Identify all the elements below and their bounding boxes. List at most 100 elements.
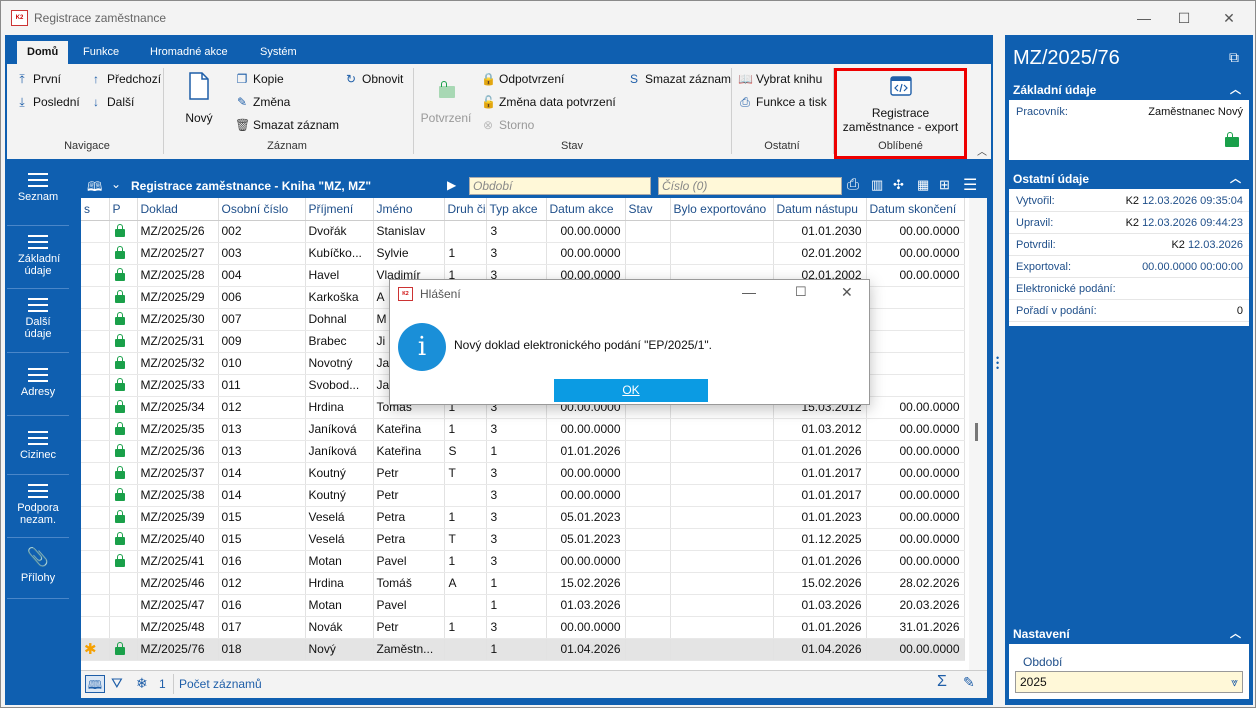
chart-icon[interactable]: ▥ [871,177,883,193]
chevron-up-icon[interactable]: ︿ [1230,623,1241,645]
edit-icon[interactable]: ✎ [963,674,975,691]
copy-button[interactable]: ❐ Kopie [235,70,284,88]
column-header[interactable]: Osobní číslo [218,198,306,221]
sum-icon[interactable]: Σ [937,673,947,691]
snowflake-icon[interactable]: ❄ [136,675,148,692]
section-header[interactable]: Základní údaje ︿ [1009,79,1249,101]
dialog-minimize-button[interactable]: — [742,284,756,300]
column-header[interactable]: Datum nástupu [773,198,867,221]
obdobi-filter-input[interactable]: Období [469,177,651,195]
scroll-thumb[interactable] [975,423,978,441]
filter-icon[interactable]: ⛛ [111,675,123,692]
section-title: Základní údaje [1013,83,1097,97]
menu-icon[interactable]: ☰ [963,175,977,195]
nav-seznam[interactable]: Seznam [7,165,69,226]
table-row[interactable]: MZ/2025/46 012 Hrdina Tomáš A 1 15.02.2026 15.0… [81,572,965,595]
chevron-up-icon[interactable]: ︿ [1230,168,1241,190]
column-header[interactable]: P [109,198,138,221]
change-button[interactable]: ✎ Změna [235,93,290,111]
table-row[interactable]: MZ/2025/48 017 Novák Petr 1 3 00.00.0000 01.01.… [81,616,965,639]
pick-book-button[interactable]: 📖 Vybrat knihu [738,70,822,88]
tree-icon[interactable]: ✣ [893,177,904,193]
section-header[interactable]: Ostatní údaje ︿ [1009,168,1249,190]
storno-button[interactable]: ⊗ Storno [481,116,534,134]
splitter-handle[interactable]: • • • [996,354,1000,376]
open-external-icon[interactable]: ⧉ [1229,49,1239,66]
tab-hromadne-akce[interactable]: Hromadné akce [140,41,238,64]
nav-adresy[interactable]: Adresy [7,354,69,416]
book-view-icon[interactable]: 🕮 [85,675,105,693]
table-row[interactable]: ✱ MZ/2025/76 018 Nový Zaměstn... 1 01.04.2026 0… [81,638,965,661]
collapse-ribbon-icon[interactable]: ︿ [977,143,987,158]
table-row[interactable]: MZ/2025/26 002 Dvořák Stanislav 3 00.00.0000 0… [81,220,965,243]
change-date-label: Změna data potvrzení [499,95,616,109]
column-header[interactable]: Druh či [444,198,487,221]
refresh-button[interactable]: ↻ Obnovit [344,70,403,88]
chevron-down-icon[interactable]: ⌄ [111,177,121,191]
delete-record-button[interactable]: 🗑 Smazat záznam [235,116,339,134]
column-header[interactable]: s [81,198,110,221]
column-header[interactable]: Jméno [373,198,445,221]
nav-zakladni-udaje[interactable]: Základní údaje [7,227,69,289]
column-header[interactable]: Datum akce [546,198,626,221]
confirm-button[interactable]: Potvrzení [419,74,473,125]
obdobi-label: Období [1023,655,1063,669]
table-row[interactable]: MZ/2025/39 015 Veselá Petra 1 3 05.01.2023 01.0… [81,506,965,529]
table-row[interactable]: MZ/2025/36 013 Janíková Kateřina S 1 01.01.202… [81,440,965,463]
column-header[interactable]: Doklad [137,198,219,221]
obdobi-select[interactable]: 2025 ⩔ [1015,671,1243,693]
info-date[interactable]: 12.03.2026 [1188,239,1243,251]
minimize-button[interactable]: — [1124,5,1164,31]
export-favorite-button[interactable]: Registrace zaměstnance - export [837,71,964,137]
next-button[interactable]: ↓ Další [89,93,134,111]
unconfirm-button[interactable]: 🔒 Odpotvrzení [481,70,564,88]
table-row[interactable]: MZ/2025/35 013 Janíková Kateřina 1 3 00.00.000… [81,418,965,441]
columns-icon[interactable]: ▦ [917,177,929,193]
tab-funkce[interactable]: Funkce [73,41,129,64]
table-row[interactable]: MZ/2025/27 003 Kubíčko... Sylvie 1 3 00.00.000… [81,242,965,265]
last-button[interactable]: ⤓ Poslední [15,93,79,111]
tab-domu[interactable]: Domů [17,41,69,64]
nav-prilohy[interactable]: 📎 Přílohy [7,539,69,599]
change-date-button[interactable]: 🔓 Změna data potvrzení [481,93,616,111]
column-header[interactable]: Typ akce [486,198,547,221]
table-row[interactable]: MZ/2025/40 015 Veselá Petra T 3 05.01.2023 01.1… [81,528,965,551]
first-button[interactable]: ⤒ První [15,70,61,88]
nav-cizinec[interactable]: Cizinec [7,417,69,475]
excel-icon[interactable]: ⊞ [939,177,950,193]
grid-cell-datum: 00.00.0000 [546,242,626,265]
tab-system[interactable]: Systém [250,41,307,64]
nav-dalsi-udaje[interactable]: Další údaje [7,290,69,353]
info-value: 0 [1234,305,1243,317]
column-header[interactable]: Datum skončení [866,198,965,221]
column-header[interactable]: Příjmení [305,198,374,221]
info-date[interactable]: 00.00.0000 00:00:00 [1142,261,1243,273]
play-icon[interactable]: ▶ [447,178,456,192]
info-date[interactable]: 12.03.2026 09:35:04 [1142,195,1243,207]
table-row[interactable]: MZ/2025/37 014 Koutný Petr T 3 00.00.0000 01.01… [81,462,965,485]
column-header[interactable]: Bylo exportováno [670,198,774,221]
print-icon[interactable]: ⎙ [847,176,859,193]
delete-record-state-button[interactable]: S Smazat záznam [627,70,731,88]
vertical-scrollbar[interactable] [969,198,987,670]
book-icon[interactable]: 🕮 [87,178,102,200]
table-row[interactable]: MZ/2025/41 016 Motan Pavel 1 3 00.00.0000 01.01… [81,550,965,573]
dialog-maximize-button[interactable]: ☐ [795,284,807,300]
nav-podpora-nezam[interactable]: Podpora nezam. [7,476,69,538]
grid-cell-p [109,616,138,639]
section-header[interactable]: Nastavení ︿ [1009,623,1249,645]
prev-button[interactable]: ↑ Předchozí [89,70,161,88]
maximize-button[interactable]: ☐ [1164,5,1204,31]
cislo-search-input[interactable]: Číslo (0) [658,177,842,195]
table-row[interactable]: MZ/2025/47 016 Motan Pavel 1 01.03.2026 01.03.… [81,594,965,617]
record-count-button[interactable]: Počet záznamů [179,677,262,691]
table-row[interactable]: MZ/2025/38 014 Koutný Petr 3 00.00.0000 01.01.… [81,484,965,507]
info-date[interactable]: 12.03.2026 09:44:23 [1142,217,1243,229]
column-header[interactable]: Stav [625,198,671,221]
functions-print-button[interactable]: ⎙ Funkce a tisk [738,93,827,111]
chevron-up-icon[interactable]: ︿ [1230,79,1241,101]
dialog-close-button[interactable]: ✕ [841,284,853,301]
close-button[interactable]: ✕ [1209,5,1249,31]
ok-button[interactable]: OK [554,379,708,402]
new-button[interactable]: Nový [179,72,219,132]
